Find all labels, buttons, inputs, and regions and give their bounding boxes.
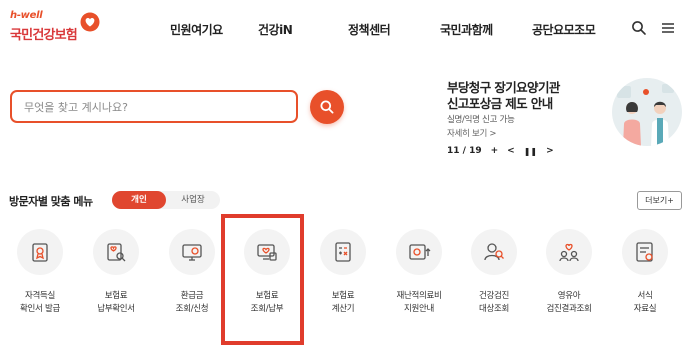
menu-label-health-checkup[interactable]: 건강검진 대상조회	[454, 290, 534, 316]
visitor-type-toggle: 개인 사업장	[112, 191, 220, 209]
menu-item-infant-checkup[interactable]	[546, 229, 592, 275]
search-button[interactable]	[310, 90, 344, 124]
nav-item-health-in[interactable]: 건강iN	[258, 21, 293, 38]
menu-item-refund[interactable]	[169, 229, 215, 275]
refund-monitor-icon	[182, 244, 202, 261]
banner-title[interactable]: 부당청구 장기요양기관 신고포상금 제도 안내	[447, 80, 560, 112]
pager-total: 19	[469, 146, 482, 156]
banner-title-line2: 신고포상금 제도 안내	[447, 96, 553, 111]
document-search-icon	[107, 243, 126, 262]
forms-library-icon	[636, 242, 653, 262]
menu-icon[interactable]	[660, 20, 676, 36]
pause-icon[interactable]: ❚❚	[524, 147, 537, 156]
infant-checkup-icon	[559, 243, 579, 262]
tab-business[interactable]: 사업장	[166, 191, 220, 209]
section-title: 방문자별 맞춤 메뉴	[9, 195, 93, 208]
menu-item-calculator[interactable]	[320, 229, 366, 275]
search-box	[10, 90, 298, 123]
checkup-person-icon	[484, 243, 504, 261]
logo-en: h-well	[10, 10, 43, 21]
medical-cost-icon	[409, 244, 431, 260]
menu-item-forms[interactable]	[622, 229, 668, 275]
highlight-box	[221, 214, 304, 345]
more-button[interactable]: 더보기+	[637, 191, 682, 210]
menu-item-payment-confirm[interactable]	[93, 229, 139, 275]
menu-label-qualification[interactable]: 자격득실 확인서 발급	[0, 290, 80, 316]
menu-label-catastrophic-medical[interactable]: 재난적의료비 지원안내	[379, 290, 459, 316]
banner-more-link[interactable]: 자세히 보기 >	[447, 127, 497, 139]
menu-label-forms[interactable]: 서식 자료실	[605, 290, 685, 316]
nav-item-minwon[interactable]: 민원여기요	[170, 21, 223, 38]
menu-label-calculator[interactable]: 보험료 계산기	[303, 290, 383, 316]
banner-pager: 11 / 19 + < ❚❚ >	[447, 146, 554, 156]
banner-title-line1: 부당청구 장기요양기관	[447, 80, 560, 95]
certificate-icon	[32, 243, 48, 262]
banner-subtitle: 실명/익명 신고 가능	[447, 115, 515, 125]
menu-item-catastrophic-medical[interactable]	[396, 229, 442, 275]
chevron-left-icon[interactable]: <	[507, 146, 515, 156]
search-input[interactable]	[24, 98, 284, 116]
calculator-icon	[335, 242, 351, 262]
menu-label-refund[interactable]: 환급금 조회/신청	[152, 290, 232, 316]
menu-label-payment-confirm[interactable]: 보험료 납부확인서	[76, 290, 156, 316]
nav-item-about[interactable]: 공단요모조모	[532, 21, 596, 38]
people-illustration-icon	[617, 84, 674, 146]
search-icon[interactable]	[631, 20, 647, 36]
tab-individual[interactable]: 개인	[112, 191, 166, 209]
nav-item-together[interactable]: 국민과함께	[440, 21, 493, 38]
nav-item-policy-center[interactable]: 정책센터	[348, 21, 391, 38]
search-icon	[320, 100, 334, 114]
chevron-right-icon[interactable]: >	[546, 146, 554, 156]
plus-icon[interactable]: +	[491, 146, 499, 156]
menu-item-qualification[interactable]	[17, 229, 63, 275]
pager-current: 11	[447, 146, 460, 156]
logo-ko: 국민건강보험	[10, 28, 78, 43]
banner-illustration	[612, 78, 682, 146]
logo-heart-icon	[80, 12, 100, 32]
site-logo[interactable]: h-well 국민건강보험	[8, 10, 108, 44]
menu-item-health-checkup[interactable]	[471, 229, 517, 275]
menu-label-infant-checkup[interactable]: 영유아 검진결과조회	[529, 290, 609, 316]
